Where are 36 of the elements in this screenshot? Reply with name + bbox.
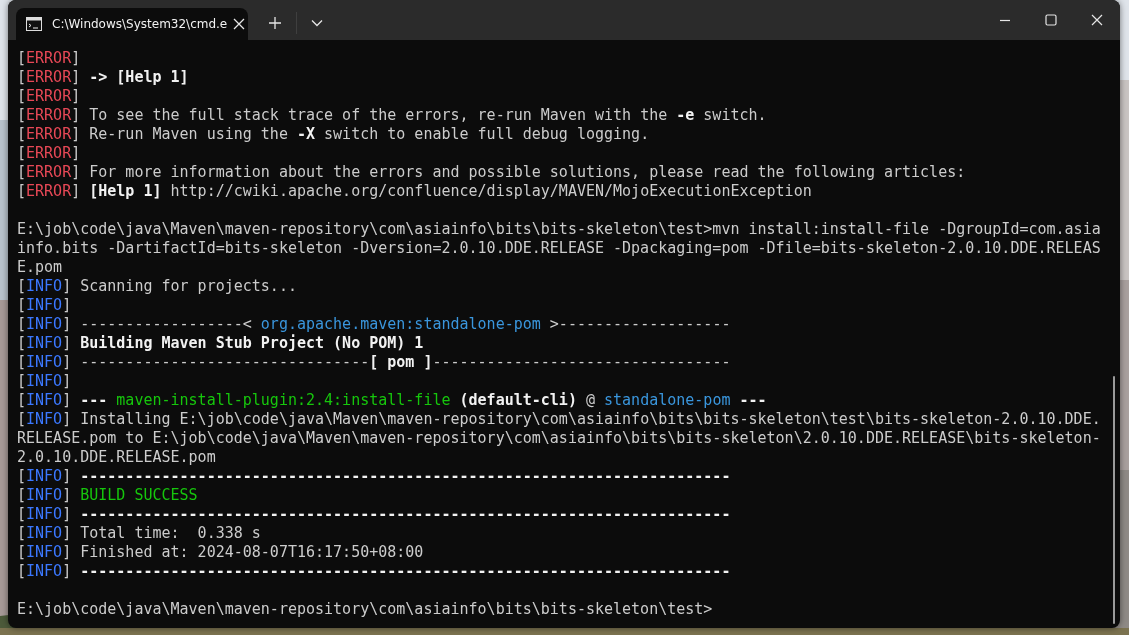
console-line: [ERROR] [Help 1] http://cwiki.apache.org/confluence/display/MAVEN/MojoExecutionException <box>17 182 812 201</box>
console-line: [INFO] Installing E:\job\code\java\Maven\maven-repository\com\asiainfo\bits\bits-skeleton\test\bits-skeleton-2.0.10.DDE. <box>17 410 1101 429</box>
console-line: [INFO] Finished at: 2024-08-07T16:17:50+08:00 <box>17 543 424 562</box>
console-line: [ERROR] -> [Help 1] <box>17 68 189 87</box>
close-icon[interactable] <box>1091 14 1103 26</box>
console-line: [INFO] Total time: 0.338 s <box>17 524 261 543</box>
console-line: RELEASE.pom to E:\job\code\java\Maven\maven-repository\com\asiainfo\bits\bits-skeleton\2.0.10.DDE.RELEASE\bits-skeleton- <box>17 429 1101 448</box>
terminal-icon <box>26 17 42 31</box>
console-line: [INFO] ------------------------------------------------------------------------ <box>17 562 731 581</box>
console-line: [ERROR] <box>17 87 81 106</box>
console-line: [ERROR] <box>17 144 81 163</box>
console-line: [INFO] ------------------< org.apache.maven:standalone-pom >------------------- <box>17 315 731 334</box>
console-line: E.pom <box>17 258 63 277</box>
console-line: [ERROR] <box>17 49 81 68</box>
console-line: [INFO] --- maven-install-plugin:2.4:install-file (default-cli) @ standalone-pom --- <box>17 391 767 410</box>
maximize-icon[interactable] <box>1045 14 1057 26</box>
console-line: [INFO] <box>17 372 72 391</box>
console-line: [INFO] ------------------------------------------------------------------------ <box>17 505 731 524</box>
plus-icon[interactable] <box>268 16 282 30</box>
console-line: [ERROR] To see the full stack trace of the errors, re-run Maven with the -e switch. <box>17 106 767 125</box>
console-line: 2.0.10.DDE.RELEASE.pom <box>17 448 216 467</box>
console-line: E:\job\code\java\Maven\maven-repository\com\asiainfo\bits\bits-skeleton\test>mvn install:install-file -DgroupId=com.asia <box>17 220 1101 239</box>
console-line: [INFO] --------------------------------[ pom ]--------------------------------- <box>17 353 731 372</box>
console-line: [ERROR] Re-run Maven using the -X switch to enable full debug logging. <box>17 125 650 144</box>
chevron-down-icon[interactable] <box>311 19 323 27</box>
console-line: [INFO] ------------------------------------------------------------------------ <box>17 467 731 486</box>
scrollbar-thumb[interactable] <box>1113 376 1115 624</box>
console-line: [INFO] Building Maven Stub Project (No POM) 1 <box>17 334 424 353</box>
console-line: [INFO] BUILD SUCCESS <box>17 486 198 505</box>
console-line: E:\job\code\java\Maven\maven-repository\com\asiainfo\bits\bits-skeleton\test> <box>17 600 713 619</box>
console-line: [INFO] Scanning for projects... <box>17 277 297 296</box>
console-line: [ERROR] For more information about the errors and possible solutions, please read the following articles: <box>17 163 966 182</box>
console-line: [INFO] <box>17 296 72 315</box>
terminal-tab[interactable]: C:\Windows\System32\cmd.e <box>16 8 248 40</box>
console-line: info.bits -DartifactId=bits-skeleton -Dversion=2.0.10.DDE.RELEASE -Dpackaging=pom -Dfile=bits-skeleton-2.0.10.DDE.RELEAS <box>17 239 1101 258</box>
close-icon[interactable] <box>233 18 246 30</box>
